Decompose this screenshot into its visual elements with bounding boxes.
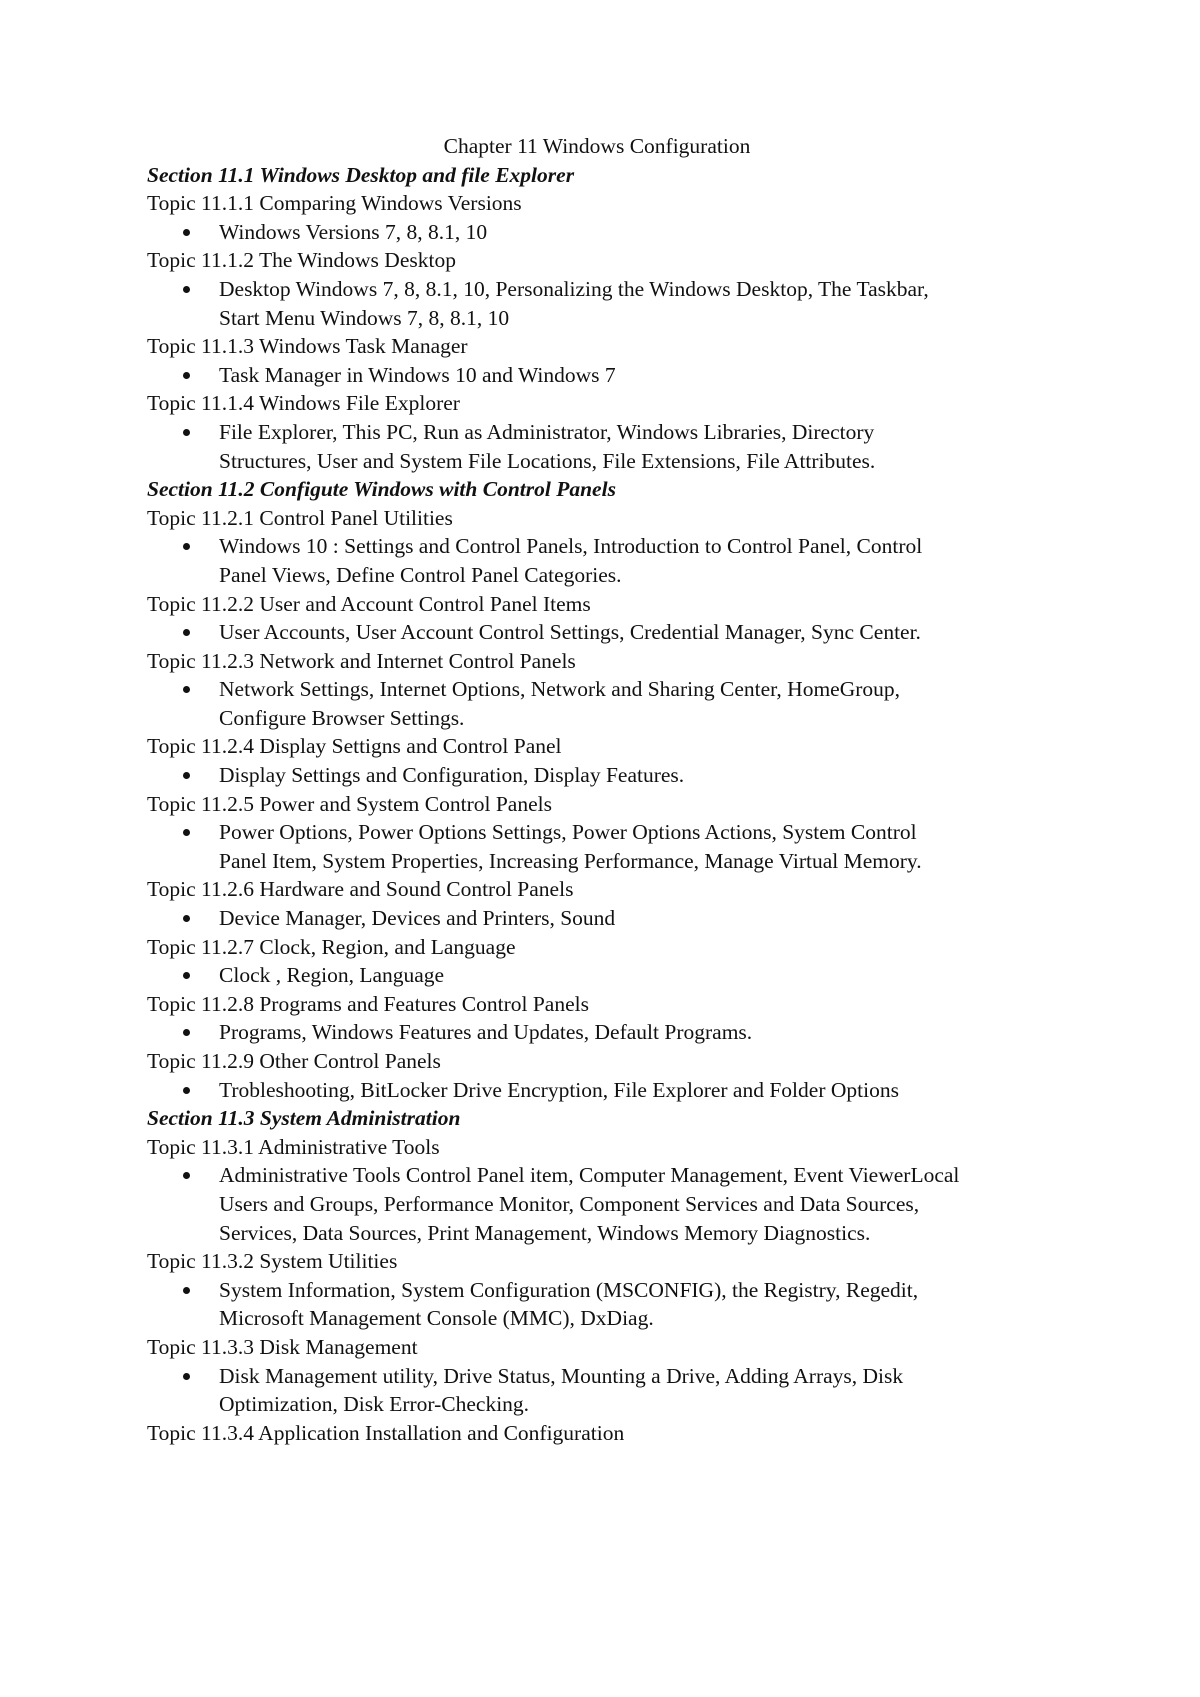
bullet-item: Network Settings, Internet Options, Netw… xyxy=(147,675,1087,732)
bullet-text-line: Services, Data Sources, Print Management… xyxy=(219,1220,871,1245)
bullet-text-line: Network Settings, Internet Options, Netw… xyxy=(219,677,901,702)
bullet-text-line: Users and Groups, Performance Monitor, C… xyxy=(219,1191,920,1216)
bullet-dot-icon xyxy=(183,543,190,551)
bullet-text-line: Device Manager, Devices and Printers, So… xyxy=(219,906,616,931)
bullet-text-line: Desktop Windows 7, 8, 8.1, 10, Personali… xyxy=(219,276,929,301)
topic-heading: Topic 11.1.3 Windows Task Manager xyxy=(147,334,468,359)
bullet-dot-icon xyxy=(183,686,190,694)
bullet-text-line: Microsoft Management Console (MMC), DxDi… xyxy=(219,1306,654,1331)
bullet-dot-icon xyxy=(183,1286,190,1294)
bullet-item: User Accounts, User Account Control Sett… xyxy=(147,618,1087,647)
topic-heading: Topic 11.2.3 Network and Internet Contro… xyxy=(147,648,576,673)
bullet-dot-icon xyxy=(183,1372,190,1380)
bullet-item: Windows Versions 7, 8, 8.1, 10 xyxy=(147,218,1087,247)
bullet-text-line: Configure Browser Settings. xyxy=(219,705,465,730)
bullet-dot-icon xyxy=(183,228,190,236)
bullet-dot-icon xyxy=(183,1029,190,1037)
topic-heading: Topic 11.2.5 Power and System Control Pa… xyxy=(147,791,552,816)
bullet-item: File Explorer, This PC, Run as Administr… xyxy=(147,418,1087,475)
bullet-dot-icon xyxy=(183,1172,190,1180)
bullet-item: Programs, Windows Features and Updates, … xyxy=(147,1018,1087,1047)
bullet-item: System Information, System Configuration… xyxy=(147,1276,1087,1333)
bullet-dot-icon xyxy=(183,972,190,980)
bullet-text-line: Windows 10 : Settings and Control Panels… xyxy=(219,534,923,559)
bullet-dot-icon xyxy=(183,285,190,293)
bullet-dot-icon xyxy=(183,1086,190,1094)
bullet-text-line: Disk Management utility, Drive Status, M… xyxy=(219,1363,904,1388)
topic-heading: Topic 11.2.9 Other Control Panels xyxy=(147,1049,441,1073)
bullet-text-line: Power Options, Power Options Settings, P… xyxy=(219,820,917,845)
chapter-title: Chapter 11 Windows Configuration xyxy=(443,134,751,158)
bullet-item: Clock , Region, Language xyxy=(147,961,1087,990)
topic-heading: Topic 11.3.2 System Utilities xyxy=(147,1249,398,1274)
bullet-item: Disk Management utility, Drive Status, M… xyxy=(147,1362,1087,1419)
section-heading: Section 11.1 Windows Desktop and file Ex… xyxy=(147,162,575,187)
document-page: Chapter 11 Windows Configuration Section… xyxy=(0,0,1200,1697)
bullet-text-line: System Information, System Configuration… xyxy=(219,1277,919,1302)
topic-heading: Topic 11.2.1 Control Panel Utilities xyxy=(147,505,453,530)
bullet-dot-icon xyxy=(183,915,190,923)
topic-heading: Topic 11.3.1 Administrative Tools xyxy=(147,1134,440,1159)
bullet-text-line: Panel Item, System Properties, Increasin… xyxy=(219,848,922,873)
topic-heading: Topic 11.2.6 Hardware and Sound Control … xyxy=(147,877,574,902)
bullet-text-line: Start Menu Windows 7, 8, 8.1, 10 xyxy=(219,305,510,330)
topic-heading: Topic 11.1.2 The Windows Desktop xyxy=(147,248,456,273)
bullet-text-line: Optimization, Disk Error-Checking. xyxy=(219,1392,530,1417)
bullet-item: Administrative Tools Control Panel item,… xyxy=(147,1161,1087,1247)
bullet-dot-icon xyxy=(183,629,190,637)
section-heading: Section 11.3 System Administration xyxy=(147,1106,461,1131)
bullet-dot-icon xyxy=(183,428,190,436)
topic-heading: Topic 11.2.7 Clock, Region, and Language xyxy=(147,934,516,959)
topic-heading: Topic 11.3.3 Disk Management xyxy=(147,1334,418,1359)
bullet-dot-icon xyxy=(183,371,190,379)
topic-heading: Topic 11.1.1 Comparing Windows Versions xyxy=(147,191,522,216)
bullet-text-line: Windows Versions 7, 8, 8.1, 10 xyxy=(219,219,488,244)
bullet-item: Display Settings and Configuration, Disp… xyxy=(147,761,1087,790)
bullet-text-line: Programs, Windows Features and Updates, … xyxy=(219,1020,753,1045)
bullet-text-line: File Explorer, This PC, Run as Administr… xyxy=(219,419,875,444)
topic-heading: Topic 11.2.4 Display Settigns and Contro… xyxy=(147,734,562,759)
bullet-item: Task Manager in Windows 10 and Windows 7 xyxy=(147,361,1087,390)
document-content: Chapter 11 Windows Configuration Section… xyxy=(147,132,1087,1447)
bullet-item: Power Options, Power Options Settings, P… xyxy=(147,818,1087,875)
bullet-dot-icon xyxy=(183,772,190,780)
bullet-text-line: User Accounts, User Account Control Sett… xyxy=(219,620,921,645)
bullet-text-line: Administrative Tools Control Panel item,… xyxy=(219,1163,960,1188)
topic-heading: Topic 11.2.2 User and Account Control Pa… xyxy=(147,591,591,616)
bullet-item: Trobleshooting, BitLocker Drive Encrypti… xyxy=(147,1076,1087,1105)
topic-heading: Topic 11.3.4 Application Installation an… xyxy=(147,1420,625,1445)
bullet-text-line: Display Settings and Configuration, Disp… xyxy=(219,763,685,788)
bullet-item: Device Manager, Devices and Printers, So… xyxy=(147,904,1087,933)
topic-heading: Topic 11.2.8 Programs and Features Contr… xyxy=(147,991,589,1016)
topic-heading: Topic 11.1.4 Windows File Explorer xyxy=(147,391,460,416)
bullet-item: Desktop Windows 7, 8, 8.1, 10, Personali… xyxy=(147,275,1087,332)
section-heading: Section 11.2 Configute Windows with Cont… xyxy=(147,477,616,502)
bullet-text-line: Trobleshooting, BitLocker Drive Encrypti… xyxy=(219,1077,899,1102)
bullet-item: Windows 10 : Settings and Control Panels… xyxy=(147,532,1087,589)
chapter-outline: Section 11.1 Windows Desktop and file Ex… xyxy=(147,161,1087,1448)
bullet-text-line: Clock , Region, Language xyxy=(219,963,445,988)
bullet-text-line: Panel Views, Define Control Panel Catego… xyxy=(219,562,622,587)
bullet-text-line: Task Manager in Windows 10 and Windows 7 xyxy=(219,362,616,387)
bullet-text-line: Structures, User and System File Locatio… xyxy=(219,448,876,473)
bullet-dot-icon xyxy=(183,829,190,837)
